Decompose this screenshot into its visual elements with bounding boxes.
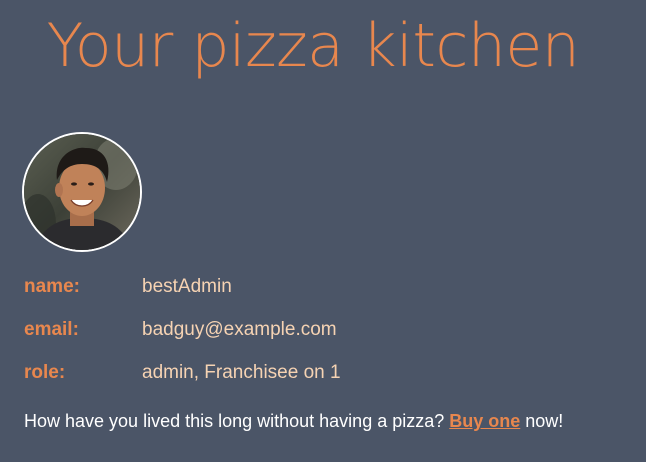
email-value: badguy@example.com	[142, 319, 337, 340]
email-label: email:	[24, 319, 79, 340]
name-value: bestAdmin	[142, 276, 232, 297]
page-title: Your pizza kitchen	[46, 11, 580, 81]
order-prompt-prefix: How have you lived this long without hav…	[24, 411, 450, 431]
buy-one-link[interactable]: Buy one	[449, 411, 520, 431]
avatar-image	[24, 134, 140, 250]
role-label: role:	[24, 362, 66, 383]
avatar	[22, 132, 142, 252]
order-prompt: How have you lived this long without hav…	[24, 409, 563, 433]
role-value: admin, Franchisee on 1	[142, 362, 341, 383]
order-prompt-suffix: now!	[520, 411, 564, 431]
name-label: name:	[24, 276, 80, 297]
